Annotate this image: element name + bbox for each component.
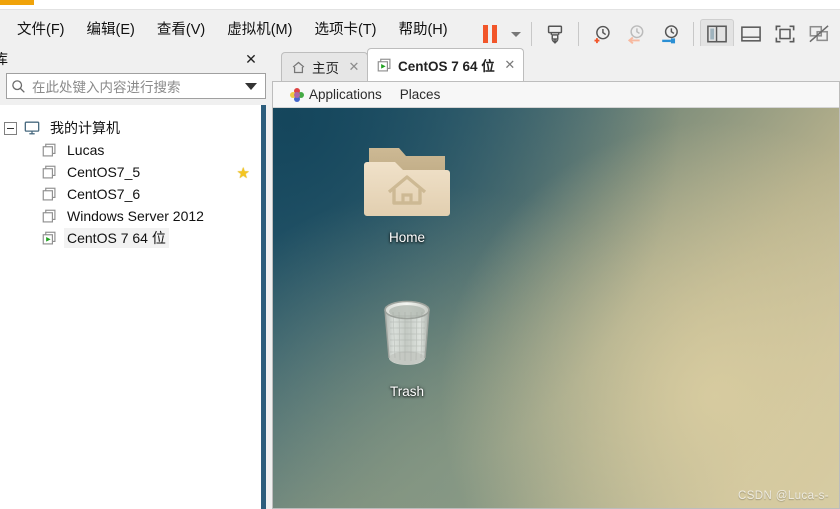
vm-stopped-icon	[42, 143, 56, 156]
send-ctrl-alt-del-button[interactable]	[538, 19, 572, 49]
tree-root-my-computer[interactable]: 我的计算机	[0, 117, 266, 139]
window-accent-bar	[0, 0, 34, 5]
computer-icon	[24, 121, 40, 135]
menu-vm[interactable]: 虚拟机(M)	[216, 14, 303, 43]
vmware-workstation-window: 文件(F) 编辑(E) 查看(V) 虚拟机(M) 选项卡(T) 帮助(H) 库 …	[0, 0, 840, 509]
thumbnail-bar-icon	[741, 26, 761, 42]
tab-home[interactable]: 主页 ✕	[281, 52, 368, 81]
trash-can-icon	[384, 300, 430, 365]
applications-menu-label: Applications	[309, 87, 382, 102]
search-input[interactable]: 在此处键入内容进行搜索	[6, 73, 266, 99]
snapshot-revert-icon	[627, 25, 644, 45]
vm-name-label: Lucas	[67, 142, 105, 158]
library-panel-icon	[707, 25, 727, 43]
toolbar-separator-3	[693, 22, 694, 46]
snapshot-manager-button[interactable]	[653, 19, 687, 49]
tab-centos7-close-button[interactable]: ✕	[503, 57, 517, 73]
favorite-star-icon[interactable]: ★	[237, 164, 250, 182]
vm-list-item[interactable]: CentOS 7 64 位	[0, 227, 266, 249]
window-title-strip	[0, 0, 840, 10]
places-menu[interactable]: Places	[391, 87, 450, 102]
vm-list-item[interactable]: CentOS7_5 ★	[0, 161, 266, 183]
vm-list-item[interactable]: Windows Server 2012	[0, 205, 266, 227]
menu-help[interactable]: 帮助(H)	[387, 14, 458, 43]
library-close-button[interactable]: ✕	[240, 48, 262, 70]
enter-fullscreen-button[interactable]	[768, 19, 802, 49]
vm-stopped-icon	[42, 165, 56, 178]
snapshot-wrench-icon	[662, 25, 678, 44]
search-icon	[12, 79, 25, 93]
menu-edit[interactable]: 编辑(E)	[76, 14, 146, 43]
sidebar-scrollbar[interactable]	[261, 105, 266, 509]
tab-home-label: 主页	[312, 61, 339, 76]
applications-menu[interactable]: Applications	[281, 87, 391, 102]
snapshot-manage-icon	[547, 25, 563, 44]
power-dropdown-button[interactable]	[507, 19, 525, 49]
tab-centos7[interactable]: CentOS 7 64 位 ✕	[367, 48, 524, 81]
main-body: 库 ✕ 在此处键入内容进行搜索 我的计算机 Lucas CentOS7_5 ★ …	[0, 46, 840, 509]
tab-home-close-button[interactable]: ✕	[347, 59, 361, 75]
vm-running-icon	[42, 231, 56, 244]
unity-mode-icon	[809, 25, 829, 43]
pause-vm-button[interactable]	[473, 19, 507, 49]
gnome-top-panel: Applications Places	[273, 82, 839, 108]
pause-icon	[483, 25, 497, 43]
vm-running-icon	[377, 58, 392, 73]
tab-centos7-label: CentOS 7 64 位	[398, 59, 495, 74]
library-title: 库	[0, 51, 8, 67]
desktop-icon-home[interactable]: Home	[353, 138, 461, 245]
unity-mode-button[interactable]	[802, 19, 836, 49]
menu-view[interactable]: 查看(V)	[146, 14, 216, 43]
show-library-button[interactable]	[700, 19, 734, 49]
vm-name-label: Windows Server 2012	[67, 208, 204, 224]
snapshot-add-icon	[594, 25, 610, 44]
vm-name-label: CentOS7_5	[67, 164, 141, 180]
menu-tabs[interactable]: 选项卡(T)	[303, 14, 387, 43]
guest-desktop[interactable]: Home Trash CSDN @Luca-s-	[273, 108, 839, 508]
gnome-foot-icon	[290, 87, 304, 102]
collapse-icon[interactable]	[4, 121, 17, 135]
tree-root-label: 我的计算机	[50, 120, 120, 136]
vm-name-label: CentOS7_6	[67, 186, 141, 202]
show-thumbnail-bar-button[interactable]	[734, 19, 768, 49]
toolbar-separator-2	[578, 22, 579, 46]
revert-snapshot-button[interactable]	[619, 19, 653, 49]
home-folder-icon	[364, 148, 450, 216]
vm-list-item[interactable]: CentOS7_6	[0, 183, 266, 205]
desktop-icon-trash[interactable]: Trash	[353, 290, 461, 399]
guest-screen[interactable]: Applications Places Home Trash CSDN @Luc…	[272, 81, 840, 509]
toolbar-separator-1	[531, 22, 532, 46]
vm-pane: 主页 ✕ CentOS 7 64 位 ✕ Applications Places…	[272, 46, 840, 509]
take-snapshot-button[interactable]	[585, 19, 619, 49]
fullscreen-icon	[775, 25, 795, 43]
search-dropdown-icon[interactable]	[245, 82, 257, 90]
home-icon	[291, 60, 306, 75]
vm-stopped-icon	[42, 209, 56, 222]
desktop-icon-home-label: Home	[388, 230, 425, 245]
menu-file[interactable]: 文件(F)	[6, 14, 76, 43]
library-header: 库 ✕	[0, 46, 272, 72]
desktop-icon-trash-label: Trash	[389, 384, 424, 399]
tab-strip: 主页 ✕ CentOS 7 64 位 ✕	[272, 46, 840, 81]
menu-bar: 文件(F) 编辑(E) 查看(V) 虚拟机(M) 选项卡(T) 帮助(H)	[0, 10, 840, 49]
search-placeholder: 在此处键入内容进行搜索	[32, 80, 181, 95]
vm-stopped-icon	[42, 187, 56, 200]
places-menu-label: Places	[399, 87, 441, 102]
vm-name-label: CentOS 7 64 位	[64, 228, 169, 248]
vm-tree: 我的计算机 Lucas CentOS7_5 ★ CentOS7_6 Window…	[0, 105, 266, 509]
library-sidebar: 库 ✕ 在此处键入内容进行搜索 我的计算机 Lucas CentOS7_5 ★ …	[0, 46, 272, 509]
chevron-down-icon	[511, 31, 521, 37]
csdn-watermark: CSDN @Luca-s-	[737, 490, 829, 502]
vm-list-item[interactable]: Lucas	[0, 139, 266, 161]
